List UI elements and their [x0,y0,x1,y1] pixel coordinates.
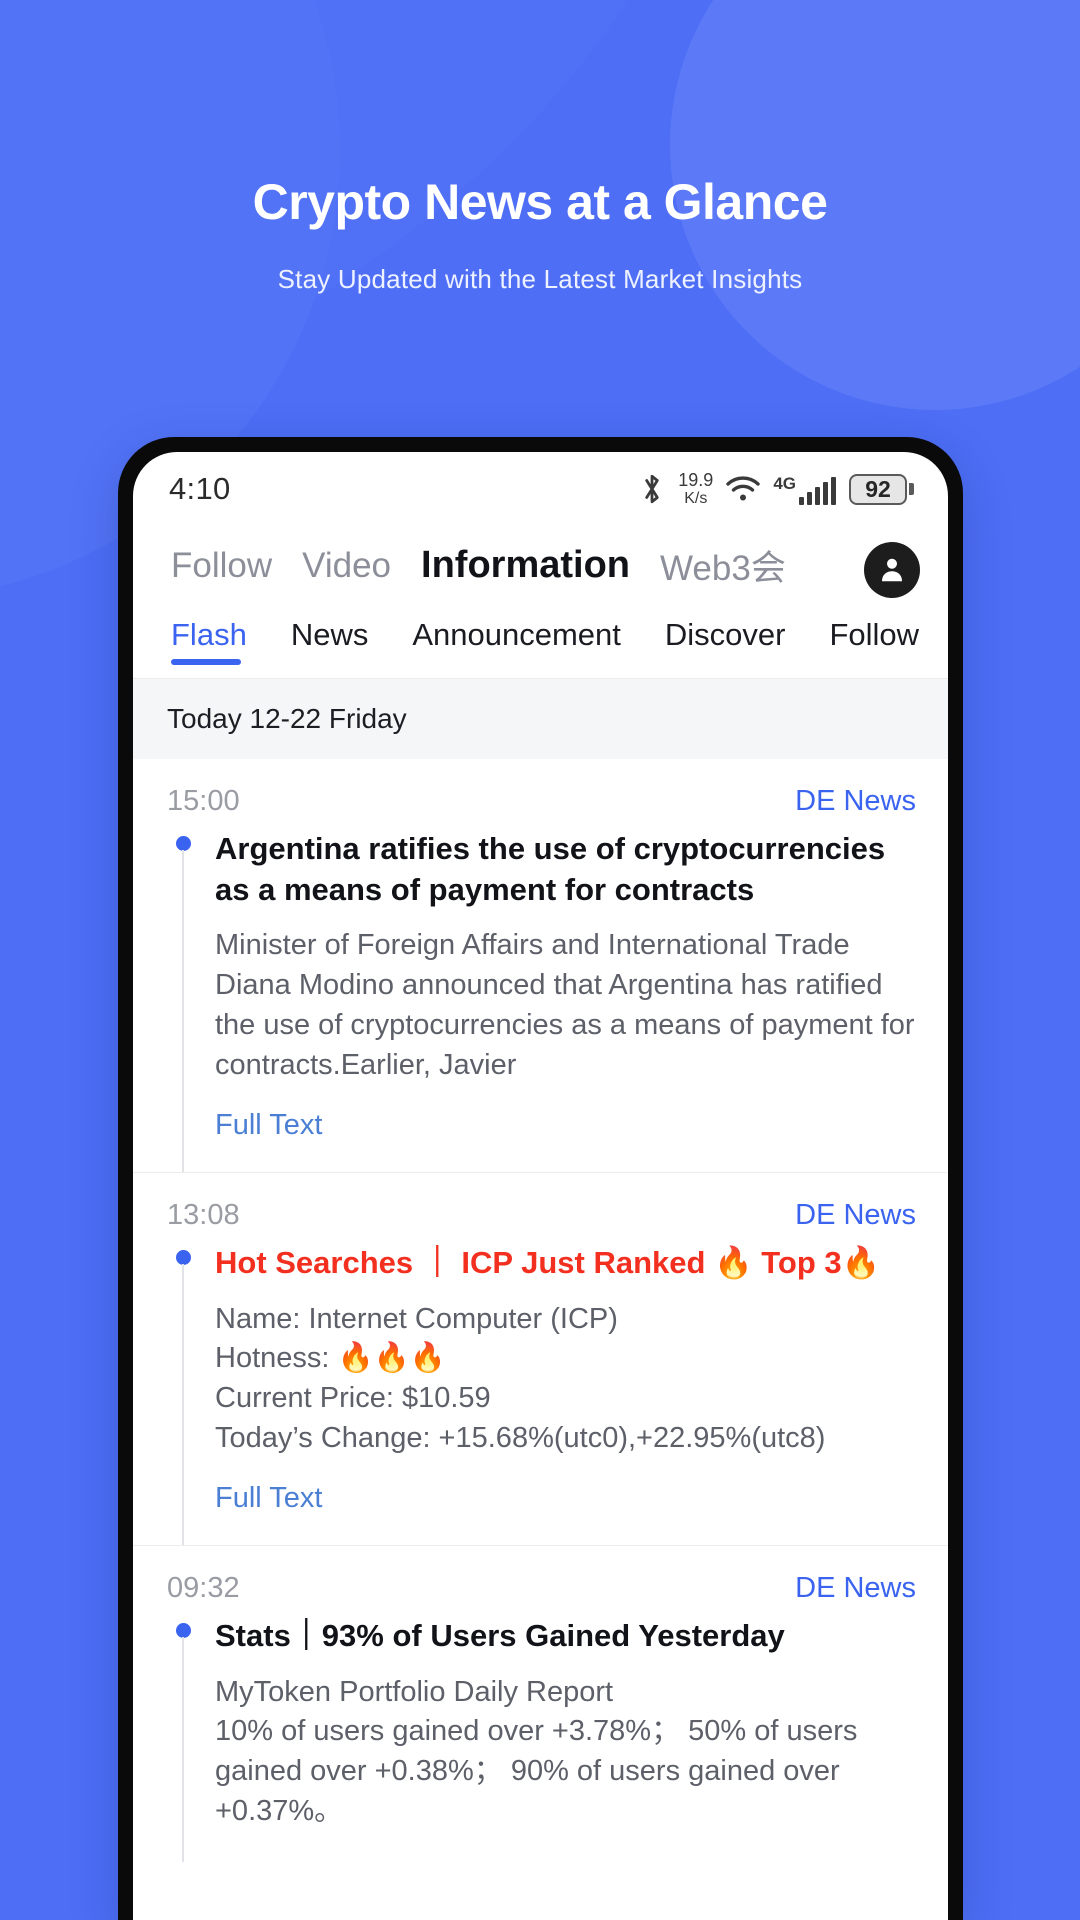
bullet-dot-icon [176,836,191,851]
tab-flash[interactable]: Flash [171,617,247,665]
tab-news[interactable]: News [291,617,369,665]
user-icon [882,558,902,582]
timeline-rail [182,1264,184,1546]
news-title[interactable]: Stats｜93% of Users Gained Yesterday [215,1615,916,1656]
news-item-content: Hot Searches ｜ ICP Just Ranked 🔥 Top 3🔥 … [167,1242,916,1546]
tab-discover[interactable]: Discover [665,617,786,665]
page-subtitle: Stay Updated with the Latest Market Insi… [277,264,803,294]
hero-section: Crypto News at a Glance Stay Updated wit… [0,0,1080,295]
battery-level-label: 92 [849,473,907,505]
network-speed-value: 19.9 [678,470,714,490]
news-item[interactable]: 13:08 DE News Hot Searches ｜ ICP Just Ra… [133,1173,948,1547]
bullet-dot-icon [176,1250,191,1266]
status-bar-clock: 4:10 [169,471,231,506]
network-speed-indicator: 19.9 K/s [678,471,713,507]
news-item-meta: 13:08 DE News [167,1199,916,1232]
phone-mockup: 4:10 19.9 K/s 4G 92 Follow Video Informa… [118,437,963,1920]
news-item-meta: 15:00 DE News [167,785,916,818]
signal-bars-icon [799,476,836,505]
status-bar: 4:10 19.9 K/s 4G 92 [133,452,948,526]
date-header: Today 12-22 Friday [133,679,948,759]
nav-item-follow[interactable]: Follow [171,546,272,586]
news-source[interactable]: DE News [795,1199,916,1232]
news-title[interactable]: Hot Searches ｜ ICP Just Ranked 🔥 Top 3🔥 [215,1242,916,1283]
tab-announcement[interactable]: Announcement [412,617,621,665]
news-title[interactable]: Argentina ratifies the use of cryptocurr… [215,828,916,910]
news-item[interactable]: 15:00 DE News Argentina ratifies the use… [133,759,948,1174]
nav-item-video[interactable]: Video [302,546,391,586]
timeline-rail [182,850,184,1173]
news-summary: Minister of Foreign Affairs and Internat… [215,929,915,1081]
news-time: 09:32 [167,1572,240,1605]
timeline-rail [182,1637,184,1862]
nav-item-web3[interactable]: Web3会 [660,540,786,591]
bluetooth-icon [639,472,665,506]
phone-screen: 4:10 19.9 K/s 4G 92 Follow Video Informa… [133,452,948,1920]
news-source[interactable]: DE News [795,1572,916,1605]
network-speed-unit: K/s [684,490,708,507]
tab-follow[interactable]: Follow [829,617,919,665]
cellular-signal-indicator: 4G [773,474,836,505]
battery-cap [909,483,914,495]
nav-item-information[interactable]: Information [421,544,630,587]
news-source[interactable]: DE News [795,785,916,818]
network-type-label: 4G [773,473,796,493]
full-text-link[interactable]: Full Text [215,1109,322,1142]
news-summary: Name: Internet Computer (ICP) Hotness: 🔥… [215,1302,826,1454]
news-time: 13:08 [167,1199,240,1232]
status-bar-indicators: 19.9 K/s 4G 92 [639,471,914,507]
wifi-icon [726,476,761,502]
secondary-tabs: Flash News Announcement Discover Follow [133,607,948,679]
news-item[interactable]: 09:32 DE News Stats｜93% of Users Gained … [133,1546,948,1862]
bullet-dot-icon [176,1623,191,1639]
primary-nav: Follow Video Information Web3会 [133,526,948,607]
news-time: 15:00 [167,785,240,817]
battery-icon: 92 [849,473,914,505]
news-summary: MyToken Portfolio Daily Report 10% of us… [215,1675,858,1827]
profile-avatar-button[interactable] [864,542,920,598]
news-item-content: Stats｜93% of Users Gained Yesterday MyTo… [167,1615,916,1862]
page-title: Crypto News at a Glance [252,174,828,230]
news-item-content: Argentina ratifies the use of cryptocurr… [167,828,916,1173]
news-feed: 15:00 DE News Argentina ratifies the use… [133,759,948,1862]
news-item-meta: 09:32 DE News [167,1572,916,1605]
full-text-link[interactable]: Full Text [215,1482,322,1515]
